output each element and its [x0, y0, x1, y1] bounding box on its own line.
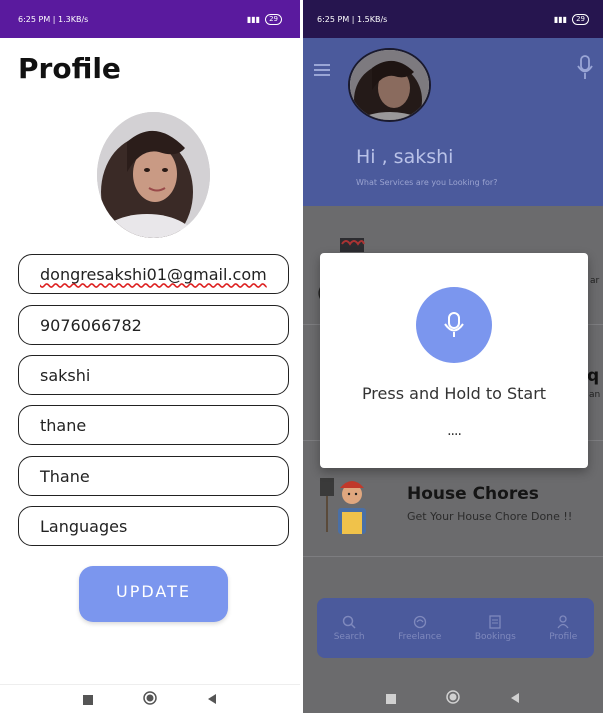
- greeting: Hi , sakshi: [356, 146, 454, 168]
- email-field[interactable]: dongresakshi01@gmail.com: [18, 254, 289, 294]
- name-value: sakshi: [40, 365, 91, 385]
- update-button[interactable]: UPDATE: [79, 566, 228, 622]
- page-title: Profile: [18, 52, 121, 85]
- city-field[interactable]: thane: [18, 405, 289, 445]
- phone-value: 9076066782: [40, 315, 142, 335]
- languages-field[interactable]: Languages: [18, 506, 289, 546]
- tab-label: Bookings: [474, 631, 516, 642]
- system-nav-bar: [0, 684, 300, 713]
- signal-icon: ▮▮▮: [553, 14, 568, 24]
- tab-freelance[interactable]: Freelance: [398, 615, 441, 642]
- back-icon[interactable]: [207, 690, 217, 709]
- list-divider: [303, 556, 603, 557]
- status-time: 6:25 PM | 1.5KB/s: [317, 14, 388, 24]
- bottom-tab-bar: Search Freelance Bookings Profile: [317, 598, 594, 658]
- phone-field[interactable]: 9076066782: [18, 305, 289, 345]
- email-value: dongresakshi01@gmail.com: [40, 264, 267, 284]
- service-icon: [338, 236, 366, 254]
- tab-profile[interactable]: Profile: [549, 614, 578, 642]
- tab-label: Freelance: [398, 631, 442, 642]
- tab-search[interactable]: Search: [334, 615, 365, 642]
- service-partial-text: an: [589, 390, 601, 400]
- microphone-icon: [444, 312, 464, 337]
- home-screen: 6:25 PM | 1.5KB/s ▮▮▮ 29 Hi , sakshi Wha…: [303, 0, 603, 713]
- home-icon[interactable]: [446, 689, 460, 708]
- avatar[interactable]: [97, 112, 210, 238]
- service-subtitle: Get Your House Chore Done !!: [407, 510, 573, 523]
- tab-label: Search: [333, 631, 365, 642]
- recents-icon[interactable]: [386, 689, 396, 708]
- district-field[interactable]: Thane: [18, 456, 289, 496]
- record-button[interactable]: [416, 287, 492, 363]
- dialog-message: Press and Hold to Start: [361, 384, 547, 403]
- service-title[interactable]: House Chores: [407, 484, 539, 504]
- menu-icon[interactable]: [314, 64, 330, 76]
- avatar[interactable]: [348, 48, 431, 122]
- profile-screen: 6:25 PM | 1.3KB/s ▮▮▮ 29 Profile dongres…: [0, 0, 300, 713]
- battery-icon: 29: [572, 13, 589, 25]
- tab-bookings[interactable]: Bookings: [474, 614, 516, 642]
- service-partial-text: q: [587, 366, 600, 386]
- microphone-icon[interactable]: [577, 55, 593, 81]
- status-bar: 6:25 PM | 1.3KB/s ▮▮▮ 29: [0, 0, 300, 38]
- freelance-icon: [413, 615, 426, 628]
- signal-icon: ▮▮▮: [246, 14, 261, 24]
- greeting-subtitle: What Services are you Looking for?: [356, 178, 498, 187]
- status-icons: ▮▮▮ 29: [246, 13, 282, 25]
- name-field[interactable]: sakshi: [18, 355, 289, 395]
- system-nav-bar: [303, 684, 603, 713]
- status-icons: ▮▮▮ 29: [553, 13, 589, 25]
- bookings-icon: [489, 614, 501, 629]
- languages-value: Languages: [40, 516, 128, 536]
- back-icon[interactable]: [510, 689, 520, 708]
- voice-dialog: Press and Hold to Start ....: [320, 253, 588, 468]
- district-value: Thane: [40, 466, 90, 486]
- house-chores-icon: [318, 474, 376, 536]
- tab-label: Profile: [549, 631, 578, 642]
- service-partial-text: ar: [590, 276, 600, 286]
- profile-icon: [557, 614, 569, 628]
- home-icon[interactable]: [143, 690, 157, 709]
- status-time: 6:25 PM | 1.3KB/s: [18, 14, 89, 24]
- listening-indicator: ....: [447, 423, 462, 439]
- battery-icon: 29: [265, 13, 282, 25]
- city-value: thane: [40, 415, 87, 435]
- recents-icon[interactable]: [83, 690, 93, 709]
- search-icon: [342, 615, 356, 629]
- status-bar: 6:25 PM | 1.5KB/s ▮▮▮ 29: [303, 0, 603, 38]
